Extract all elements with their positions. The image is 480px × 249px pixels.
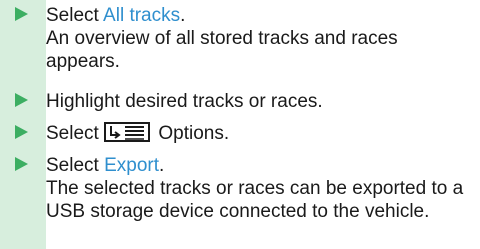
- step-arrow-icon: [15, 125, 28, 139]
- step-marker: [0, 88, 46, 112]
- instruction-steps: Select All tracks. An overview of all st…: [0, 0, 480, 249]
- step-arrow-icon: [15, 93, 28, 107]
- step-arrow-icon: [15, 157, 28, 171]
- link-all-tracks: All tracks: [103, 5, 181, 26]
- step-marker: [0, 120, 46, 144]
- step-text: Select Export.: [46, 155, 165, 176]
- step-4-result: The selected tracks or races can be expo…: [46, 178, 464, 222]
- step-marker: [0, 2, 46, 26]
- step-1-result: An overview of all stored tracks and rac…: [46, 28, 398, 72]
- step-4: Select Export.: [0, 152, 480, 178]
- options-menu-icon: [104, 122, 151, 149]
- step-1: Select All tracks.: [0, 2, 480, 28]
- step-3: Select Options.: [0, 120, 480, 149]
- step-text: Select All tracks.: [46, 5, 186, 26]
- step-arrow-icon: [15, 7, 28, 21]
- step-marker: [0, 152, 46, 176]
- link-export: Export: [104, 155, 160, 176]
- step-text: Select Options.: [46, 120, 229, 149]
- step-2: Highlight desired tracks or races.: [0, 88, 480, 114]
- step-text: Highlight desired tracks or races.: [46, 91, 323, 112]
